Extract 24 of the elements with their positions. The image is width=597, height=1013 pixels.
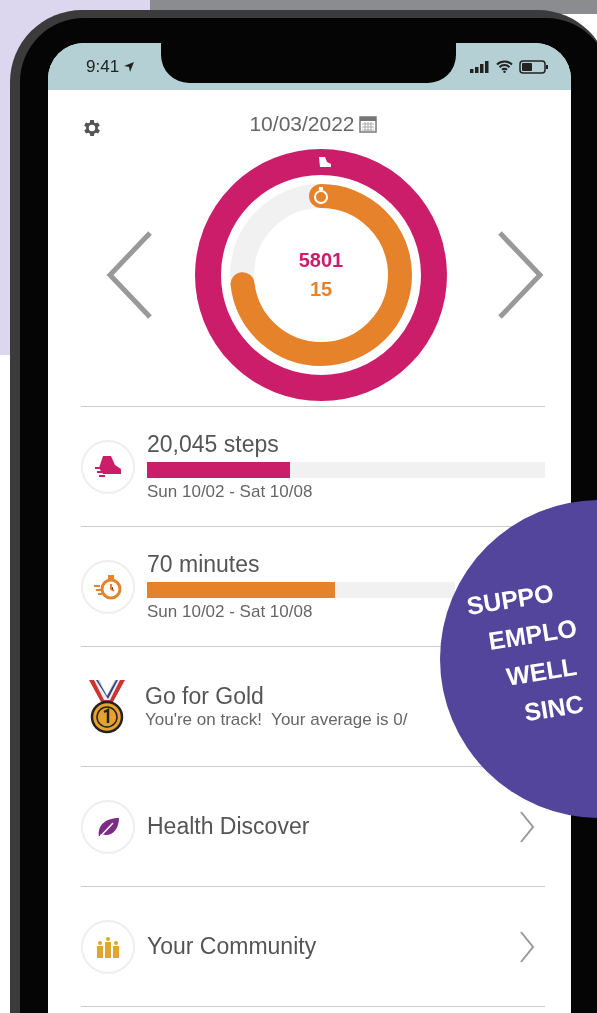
goal-title: Go for Gold (145, 683, 265, 710)
menu-item[interactable]: Your Community (81, 887, 545, 1007)
medal-icon (87, 678, 127, 735)
shoe-icon (319, 157, 331, 167)
steps-count: 5801 (298, 249, 344, 272)
date-label[interactable]: 10/03/2022 (249, 112, 355, 136)
people-icon (81, 919, 135, 974)
minutes-count: 15 (309, 278, 333, 301)
stopwatch-icon (81, 559, 135, 614)
signal-icon (470, 60, 490, 73)
chevron-right-icon (519, 929, 535, 964)
shoe-icon (81, 439, 135, 494)
status-time: 9:41 (86, 56, 120, 77)
calendar-icon[interactable] (358, 115, 377, 133)
wifi-icon (496, 60, 513, 73)
location-arrow-icon (123, 60, 136, 73)
settings-icon[interactable] (81, 117, 103, 139)
leaf-icon (81, 799, 135, 854)
date-range: Sun 10/02 - Sat 10/08 (147, 482, 314, 502)
stat-title: 70 minutes (147, 551, 261, 578)
battery-icon (519, 59, 549, 74)
stat-title: 20,045 steps (147, 431, 280, 458)
stopwatch-icon (314, 187, 328, 204)
chevron-right-icon (519, 809, 535, 844)
